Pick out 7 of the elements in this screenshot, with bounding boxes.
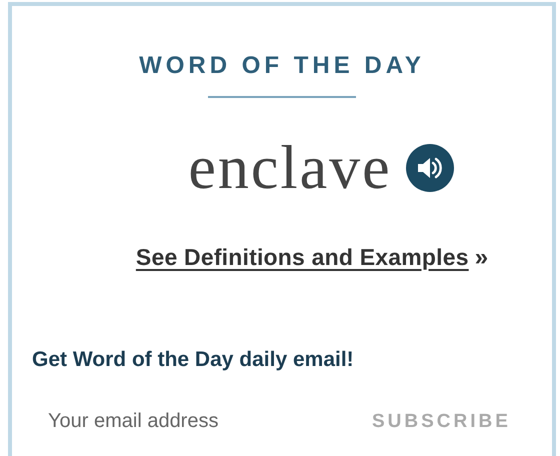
- newsletter-heading: Get Word of the Day daily email!: [32, 348, 355, 372]
- email-field[interactable]: Your email address: [32, 406, 348, 437]
- featured-word: enclave: [188, 136, 392, 200]
- section-heading: WORD OF THE DAY: [139, 52, 425, 80]
- chevron-icon: »: [474, 244, 488, 272]
- definitions-link[interactable]: See Definitions and Examples: [136, 244, 469, 271]
- speaker-icon[interactable]: [406, 144, 454, 192]
